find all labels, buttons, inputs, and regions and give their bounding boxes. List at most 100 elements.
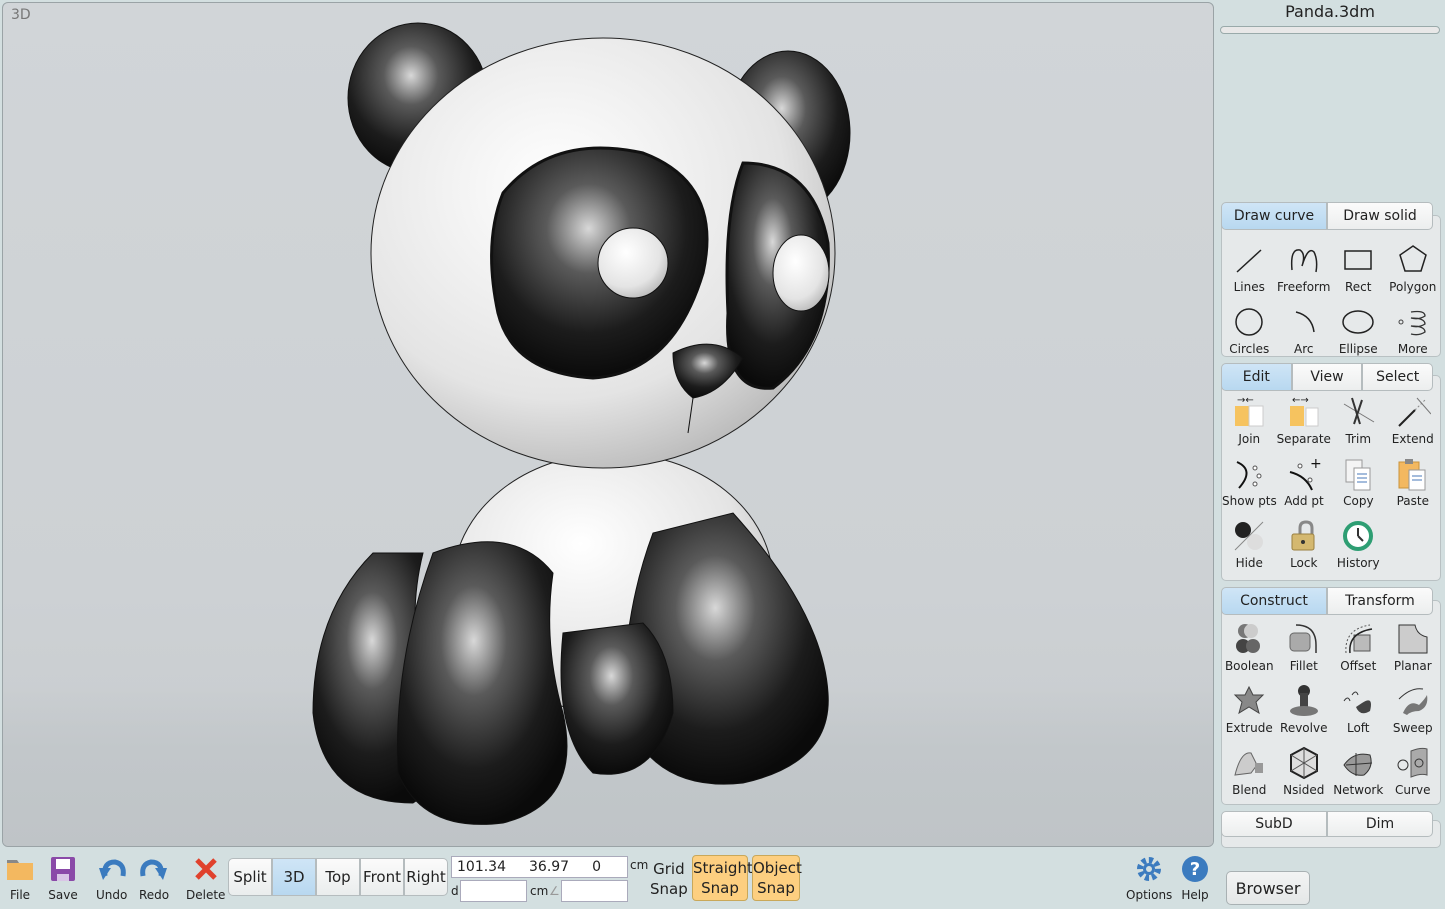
tab-draw-curve[interactable]: Draw curve bbox=[1221, 202, 1327, 230]
distance-input[interactable] bbox=[460, 880, 527, 902]
tool-label: Offset bbox=[1340, 659, 1377, 673]
tool-label: Curve bbox=[1395, 783, 1431, 797]
tool-trim[interactable]: Trim bbox=[1331, 386, 1386, 448]
tool-lines[interactable]: Lines bbox=[1222, 234, 1277, 296]
tool-circles[interactable]: Circles bbox=[1222, 296, 1277, 358]
tab-front[interactable]: Front bbox=[360, 858, 404, 896]
save-label: Save bbox=[48, 888, 78, 902]
tool-network[interactable]: Network bbox=[1331, 737, 1386, 799]
paste-icon bbox=[1398, 459, 1426, 491]
tool-polygon[interactable]: Polygon bbox=[1386, 234, 1441, 296]
network-icon bbox=[1343, 753, 1373, 776]
file-title: Panda.3dm bbox=[1285, 2, 1375, 21]
edit-panel: →← Join ←→ Separate Trim Extend Show pts +… bbox=[1221, 375, 1441, 581]
add-point-icon: + bbox=[1289, 456, 1322, 491]
rectangle-icon bbox=[1344, 250, 1372, 270]
coordinate-input[interactable]: 101.34 36.97 0 bbox=[451, 856, 628, 878]
tab-select[interactable]: Select bbox=[1362, 363, 1434, 391]
tab-transform[interactable]: Transform bbox=[1327, 587, 1433, 615]
angle-input[interactable] bbox=[561, 880, 628, 902]
tool-label: Trim bbox=[1345, 432, 1372, 446]
join-icon: →← bbox=[1235, 395, 1264, 427]
tool-offset[interactable]: Offset bbox=[1331, 613, 1386, 675]
tool-label: Freeform bbox=[1277, 280, 1331, 294]
tool-more[interactable]: More bbox=[1386, 296, 1441, 358]
tool-extend[interactable]: Extend bbox=[1386, 386, 1441, 448]
tool-planar[interactable]: Planar bbox=[1386, 613, 1441, 675]
construct-panel: Boolean Fillet Offset Planar Extrude Rev… bbox=[1221, 600, 1441, 805]
tool-history[interactable]: History bbox=[1331, 510, 1386, 572]
coord-x: 101.34 bbox=[457, 859, 506, 875]
construct-tabs: Construct Transform bbox=[1221, 587, 1433, 615]
tool-arc[interactable]: Arc bbox=[1277, 296, 1332, 358]
tool-copy[interactable]: Copy bbox=[1331, 448, 1385, 510]
tool-label: Arc bbox=[1294, 342, 1314, 356]
tool-blend[interactable]: Blend bbox=[1222, 737, 1277, 799]
tool-loft[interactable]: Loft bbox=[1331, 675, 1386, 737]
tool-freeform[interactable]: Freeform bbox=[1277, 234, 1332, 296]
tool-extrude[interactable]: Extrude bbox=[1222, 675, 1277, 737]
straight-snap-toggle[interactable]: Straight Snap bbox=[692, 855, 753, 901]
object-snap-toggle[interactable]: Object Snap bbox=[752, 855, 802, 901]
tool-curve-surface[interactable]: Curve bbox=[1386, 737, 1441, 799]
tool-lock[interactable]: Lock bbox=[1277, 510, 1332, 572]
tab-construct[interactable]: Construct bbox=[1221, 587, 1327, 615]
tab-dim[interactable]: Dim bbox=[1327, 811, 1433, 837]
tool-nsided[interactable]: Nsided bbox=[1277, 737, 1332, 799]
delete-button[interactable]: Delete bbox=[186, 854, 225, 902]
panda-model[interactable] bbox=[293, 13, 873, 843]
tab-top[interactable]: Top bbox=[316, 858, 360, 896]
tool-label: Extend bbox=[1391, 432, 1434, 446]
svg-text:←→: ←→ bbox=[1292, 395, 1309, 406]
tool-separate[interactable]: ←→ Separate bbox=[1277, 386, 1332, 448]
3d-viewport[interactable]: 3D bbox=[2, 2, 1214, 847]
help-button[interactable]: ? Help bbox=[1180, 854, 1210, 902]
tool-hide[interactable]: Hide bbox=[1222, 510, 1277, 572]
coord-unit: cm bbox=[630, 858, 649, 872]
boolean-icon bbox=[1236, 624, 1261, 653]
distance-unit: cm bbox=[530, 884, 549, 898]
redo-button[interactable]: Redo bbox=[139, 854, 169, 902]
tab-edit[interactable]: Edit bbox=[1221, 363, 1292, 391]
tab-draw-solid[interactable]: Draw solid bbox=[1327, 202, 1433, 230]
options-button[interactable]: Options bbox=[1126, 854, 1172, 902]
svg-text:+: + bbox=[1310, 456, 1322, 472]
tool-label: Rect bbox=[1345, 280, 1372, 294]
tool-ellipse[interactable]: Ellipse bbox=[1331, 296, 1386, 358]
file-button[interactable]: File bbox=[5, 854, 35, 902]
grid-snap-toggle[interactable]: Grid Snap bbox=[650, 859, 688, 899]
tab-view[interactable]: View bbox=[1291, 363, 1363, 391]
curve-surface-icon bbox=[1397, 747, 1428, 778]
tool-join[interactable]: →← Join bbox=[1222, 386, 1277, 448]
distance-label: d bbox=[451, 884, 459, 898]
tool-label: Revolve bbox=[1280, 721, 1328, 735]
tool-label: Extrude bbox=[1225, 721, 1273, 735]
tool-fillet[interactable]: Fillet bbox=[1277, 613, 1332, 675]
svg-text:→←: →← bbox=[1237, 395, 1254, 406]
tool-label: Show pts bbox=[1222, 494, 1277, 508]
tool-revolve[interactable]: Revolve bbox=[1277, 675, 1332, 737]
draw-panel: Lines Freeform Rect Polygon Circles Arc … bbox=[1221, 215, 1441, 357]
undo-button[interactable]: Undo bbox=[96, 854, 127, 902]
browser-button[interactable]: Browser bbox=[1226, 871, 1310, 905]
tool-label: Loft bbox=[1346, 721, 1370, 735]
tool-rect[interactable]: Rect bbox=[1331, 234, 1386, 296]
tab-split[interactable]: Split bbox=[228, 858, 272, 896]
tool-boolean[interactable]: Boolean bbox=[1222, 613, 1277, 675]
tool-paste[interactable]: Paste bbox=[1386, 448, 1440, 510]
tab-3d[interactable]: 3D bbox=[272, 858, 316, 896]
sweep-icon bbox=[1398, 688, 1428, 715]
line-icon bbox=[1236, 249, 1262, 273]
tool-show-points[interactable]: Show pts bbox=[1222, 448, 1277, 510]
tool-label: Copy bbox=[1343, 494, 1374, 508]
save-button[interactable]: Save bbox=[48, 854, 78, 902]
tab-subd[interactable]: SubD bbox=[1221, 811, 1327, 837]
delete-icon bbox=[194, 858, 217, 880]
tool-label: Network bbox=[1333, 783, 1384, 797]
tab-right[interactable]: Right bbox=[404, 858, 448, 896]
tool-label: Separate bbox=[1276, 432, 1331, 446]
tool-label: Add pt bbox=[1284, 494, 1324, 508]
tool-sweep[interactable]: Sweep bbox=[1386, 675, 1441, 737]
tool-add-point[interactable]: + Add pt bbox=[1277, 448, 1331, 510]
coord-y: 36.97 bbox=[529, 859, 570, 875]
